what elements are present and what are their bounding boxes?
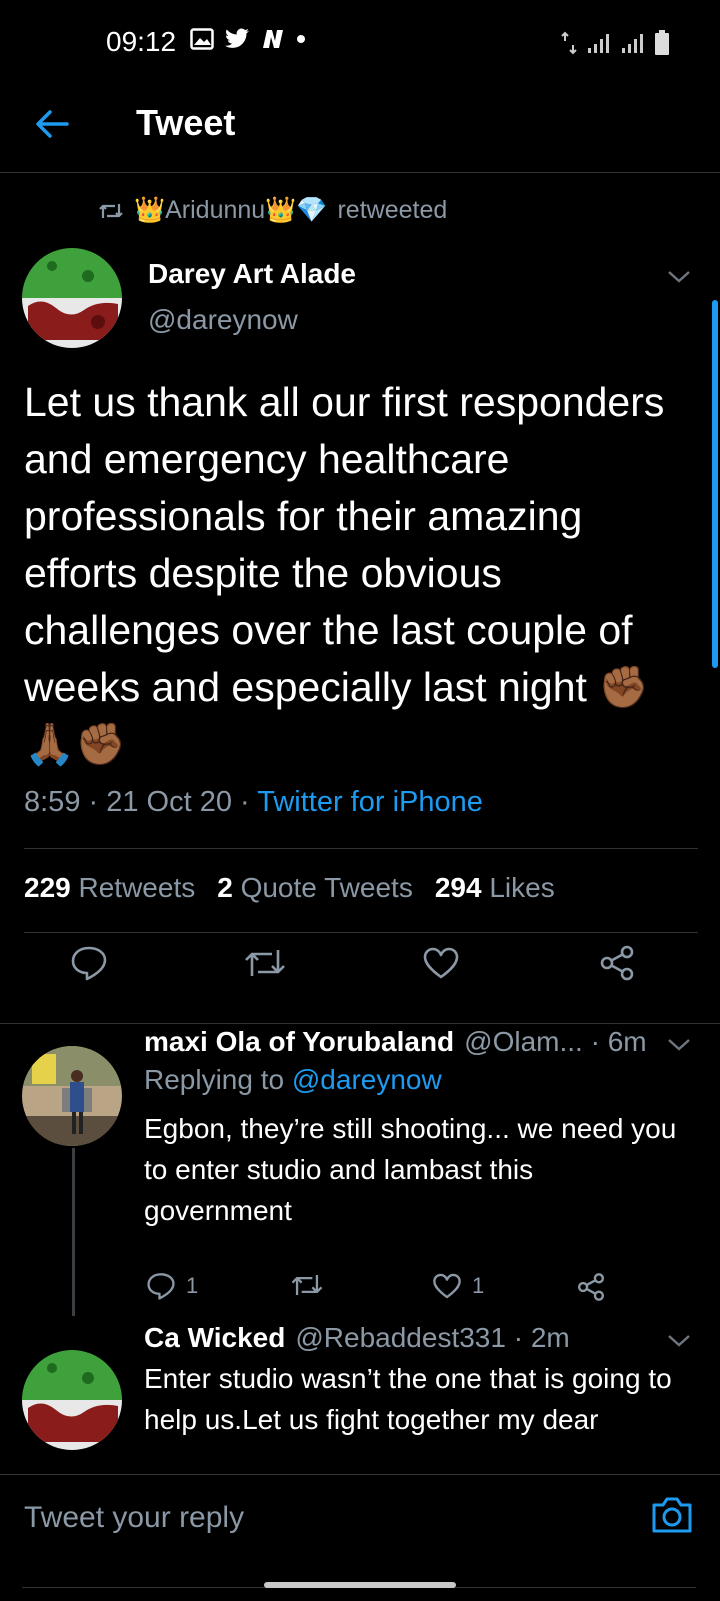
status-notification-icons [190, 28, 306, 50]
scrollbar[interactable] [712, 300, 718, 668]
like-button[interactable] [416, 938, 466, 988]
status-system-icons [560, 30, 670, 56]
n-icon [263, 30, 283, 48]
avatar-image [22, 1046, 122, 1146]
chevron-down-icon [668, 271, 690, 283]
data-arrows-icon [561, 31, 577, 55]
reply-icon [71, 946, 107, 981]
reply-avatar[interactable] [22, 1350, 122, 1450]
tweet-meta: 8:59 · 21 Oct 20 · Twitter for iPhone [24, 786, 483, 819]
tweet-source-link[interactable]: Twitter for iPhone [257, 786, 483, 818]
share-icon [600, 945, 634, 981]
replying-to-handle[interactable]: @dareynow [292, 1064, 442, 1095]
top-app-bar: Tweet [0, 88, 720, 173]
author-name[interactable]: Darey Art Alade [148, 258, 356, 290]
reply-author-name[interactable]: Ca Wicked [144, 1322, 285, 1354]
tweet-text: Let us thank all our first responders an… [24, 379, 665, 767]
retweet-icon [245, 950, 285, 976]
status-bar: 09:12 [0, 0, 720, 88]
reply-button[interactable] [64, 938, 114, 988]
likes-stat[interactable]: 294 Likes [435, 872, 555, 904]
reply-icon [147, 1273, 175, 1300]
status-time: 09:12 [106, 26, 177, 57]
likes-label: Likes [489, 872, 555, 903]
chevron-down-icon [668, 1039, 690, 1051]
reply-avatar[interactable] [22, 1046, 122, 1146]
reply-menu-button[interactable] [664, 1030, 694, 1060]
reply-handle-time[interactable]: @Rebaddest331 · 2m [295, 1322, 569, 1354]
reply-like-button[interactable]: 1 [432, 1272, 484, 1300]
reply-text: Egbon, they’re still shooting... we need… [144, 1113, 677, 1226]
page-title: Tweet [136, 102, 236, 143]
replying-to: Replying to @dareynow [144, 1064, 442, 1096]
quotes-stat[interactable]: 2 Quote Tweets [217, 872, 413, 904]
signal-icon [622, 34, 643, 53]
reply-text: Enter studio wasn’t the one that is goin… [144, 1363, 672, 1435]
share-button[interactable] [592, 938, 642, 988]
retweets-stat[interactable]: 229 Retweets [24, 872, 195, 904]
image-icon [190, 28, 214, 50]
heart-icon [433, 1273, 461, 1299]
reply-header: maxi Ola of Yorubaland @Olam... · 6m [144, 1022, 704, 1062]
reply-share-button[interactable] [576, 1272, 606, 1302]
author-handle[interactable]: @dareynow [148, 304, 298, 336]
quotes-label: Quote Tweets [240, 872, 413, 903]
camera-button[interactable] [650, 1495, 694, 1539]
divider [24, 848, 698, 849]
signal-icon [588, 34, 609, 53]
reply-header: Ca Wicked @Rebaddest331 · 2m [144, 1318, 664, 1358]
retweet-button[interactable] [240, 938, 290, 988]
back-arrow-icon [36, 110, 69, 138]
divider [24, 932, 698, 933]
back-button[interactable] [30, 102, 74, 146]
reply-reply-button[interactable]: 1 [146, 1272, 198, 1300]
thread-connector [72, 1148, 75, 1316]
quotes-count: 2 [217, 872, 233, 903]
reply-input[interactable] [22, 1487, 626, 1549]
dot-icon [297, 35, 305, 43]
retweets-label: Retweets [78, 872, 196, 903]
tweet-actions [24, 938, 698, 1008]
retweet-icon [291, 1275, 323, 1295]
retweet-icon [99, 203, 123, 218]
avatar-image [22, 1350, 122, 1450]
tweet-timestamp: 8:59 · 21 Oct 20 · [24, 786, 258, 818]
reply-count: 1 [186, 1273, 199, 1298]
reply-retweet-button[interactable] [290, 1272, 324, 1298]
avatar-image [22, 248, 122, 348]
retweets-count: 229 [24, 872, 71, 903]
chevron-down-icon [668, 1335, 690, 1347]
replying-to-label: Replying to [144, 1064, 292, 1095]
tweet-menu-button[interactable] [664, 262, 694, 292]
retweeted-label: retweeted [337, 196, 448, 224]
retweeter-name[interactable]: 👑Aridunnu👑💎 [134, 196, 327, 225]
camera-icon [652, 1497, 692, 1533]
tweet-stats: 229 Retweets 2 Quote Tweets 294 Likes [24, 872, 555, 904]
share-icon [577, 1273, 605, 1301]
home-indicator[interactable] [264, 1582, 456, 1588]
reply-author-name[interactable]: maxi Ola of Yorubaland [144, 1026, 454, 1058]
reply-handle-time[interactable]: @Olam... · 6m [464, 1026, 646, 1058]
twitter-bird-icon [225, 28, 249, 48]
like-count: 1 [472, 1273, 485, 1298]
avatar[interactable] [22, 248, 122, 348]
likes-count: 294 [434, 872, 482, 903]
battery-icon [655, 30, 669, 55]
heart-icon [423, 947, 459, 979]
reply-menu-button[interactable] [664, 1326, 694, 1356]
retweet-context[interactable]: 👑Aridunnu👑💎 retweeted [98, 196, 447, 225]
